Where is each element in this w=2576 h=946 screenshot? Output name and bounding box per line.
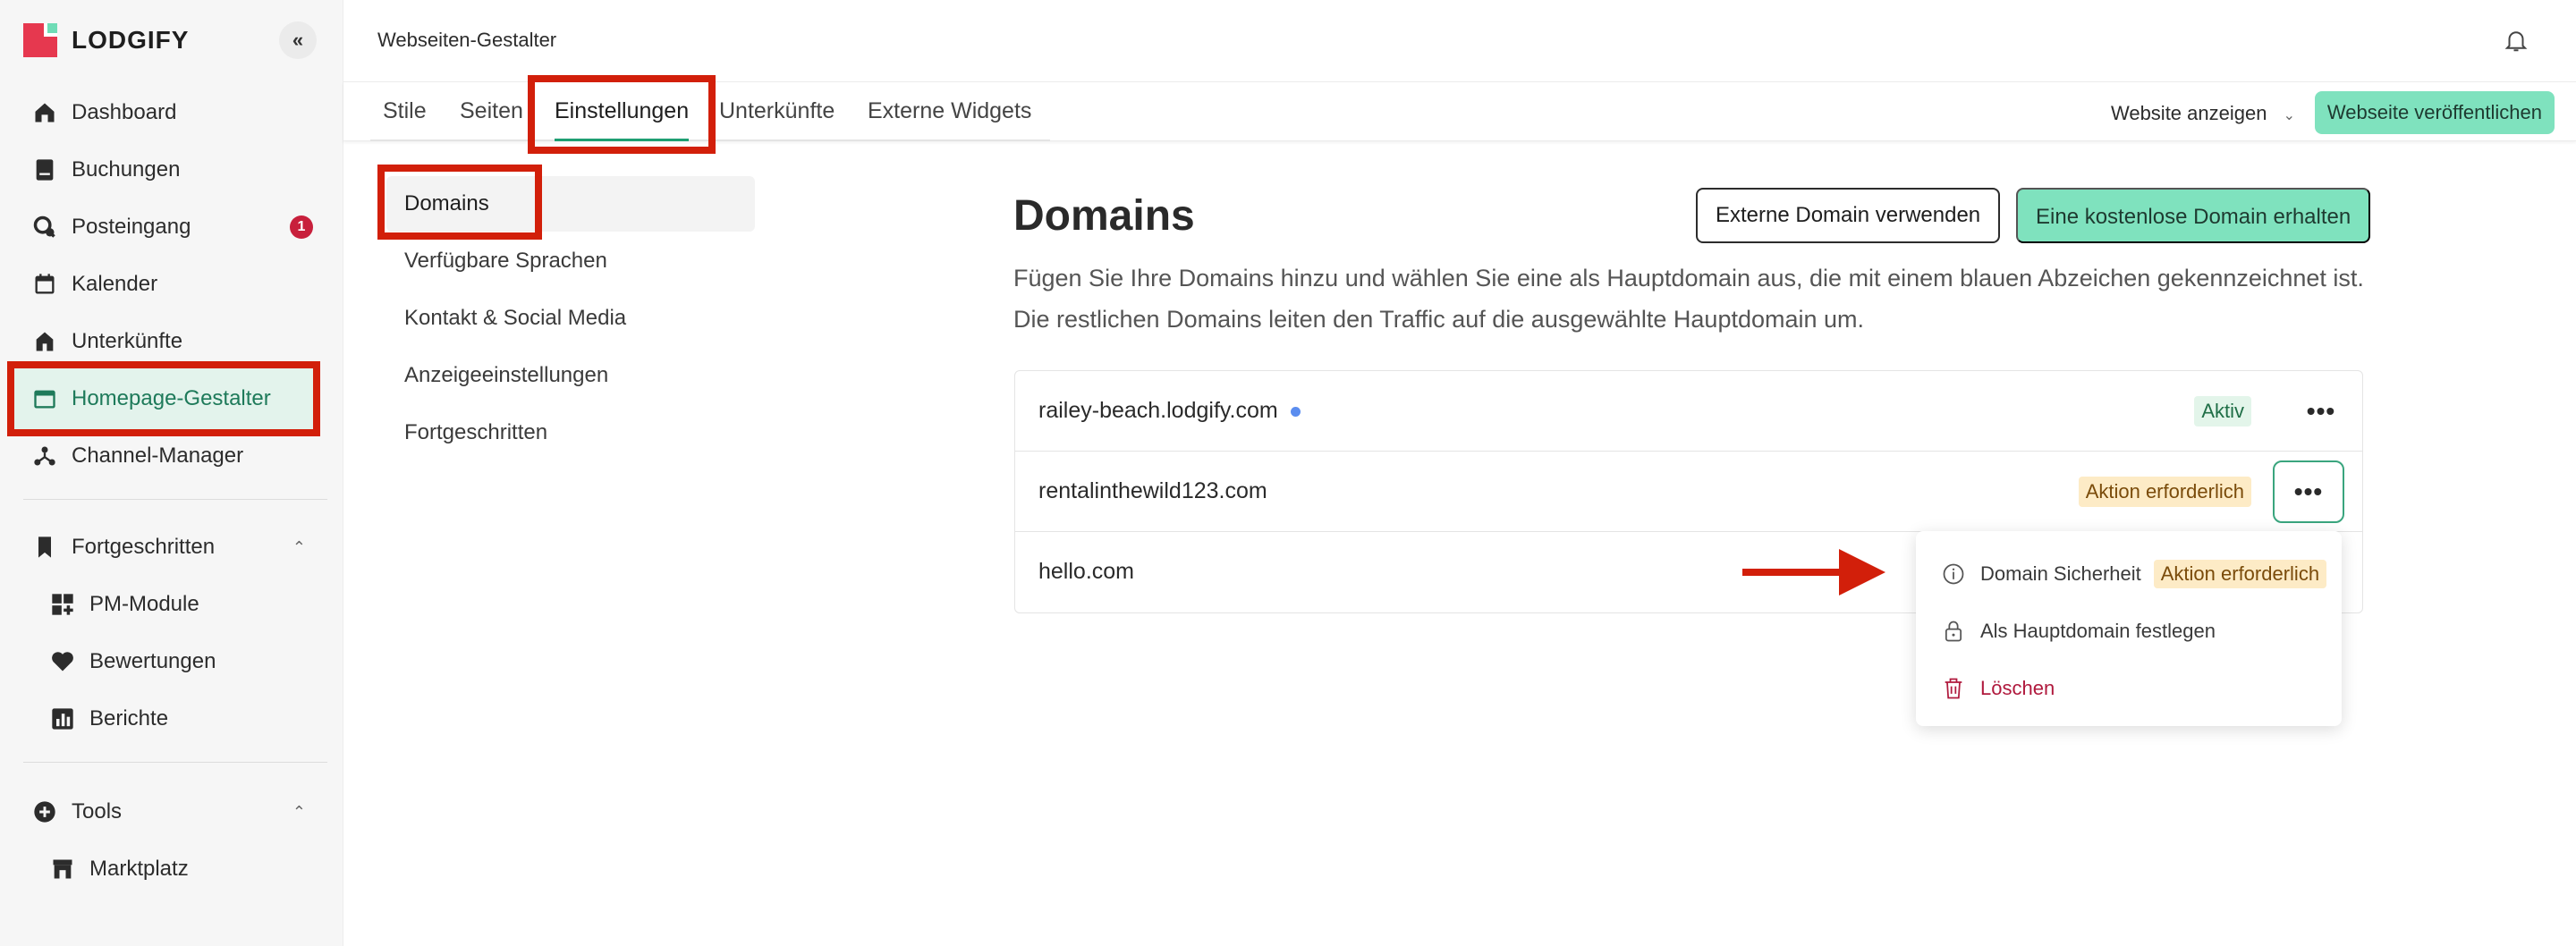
status-badge: Aktion erforderlich <box>2153 560 2327 588</box>
sidebar-item-label: PM-Module <box>89 592 199 616</box>
sidebar-item-pm-module[interactable]: PM-Module <box>7 576 320 633</box>
heart-icon <box>50 649 75 674</box>
sidebar-divider <box>23 762 327 763</box>
sidebar-item-berichte[interactable]: Berichte <box>7 690 320 748</box>
ellipsis-icon: ••• <box>2293 477 2324 505</box>
sidebar-section-label: Fortgeschritten <box>72 535 216 559</box>
status-badge: Aktiv <box>2194 396 2251 427</box>
more-options-button[interactable]: ••• <box>2300 390 2343 433</box>
grid-plus-icon <box>50 592 75 617</box>
sidebar-section-tools[interactable]: Tools ⌃ <box>7 783 320 840</box>
domain-options-menu: Domain Sicherheit Aktion erforderlich Al… <box>1916 531 2342 726</box>
table-row: railey-beach.lodgify.com Aktiv ••• <box>1015 371 2362 452</box>
external-domain-button[interactable]: Externe Domain verwenden <box>1696 188 2001 243</box>
more-options-button[interactable]: ••• <box>2273 460 2344 523</box>
chat-icon <box>32 215 57 240</box>
book-icon <box>32 157 57 182</box>
sidebar-item-marktplatz[interactable]: Marktplatz <box>7 840 320 898</box>
bookmark-icon <box>32 535 57 560</box>
sidebar-item-buchungen[interactable]: Buchungen <box>7 141 320 198</box>
unread-badge: 1 <box>290 215 313 239</box>
store-icon <box>50 857 75 882</box>
chevron-down-icon: ⌄ <box>2283 108 2295 123</box>
sidebar-item-label: Bewertungen <box>89 649 216 673</box>
table-row: rentalinthewild123.com Aktion erforderli… <box>1015 452 2362 532</box>
sidebar-item-posteingang[interactable]: Posteingang 1 <box>7 198 320 256</box>
logo[interactable]: LODGIFY <box>23 23 189 57</box>
bell-icon[interactable] <box>2503 27 2529 54</box>
sidebar-item-label: Marktplatz <box>89 857 189 881</box>
house-icon <box>32 329 57 354</box>
browser-icon <box>32 386 57 411</box>
sidebar-section-fortgeschritten[interactable]: Fortgeschritten ⌃ <box>7 519 320 576</box>
info-circle-icon <box>1941 562 1966 587</box>
logo-icon <box>23 23 57 57</box>
menu-item-domain-security[interactable]: Domain Sicherheit Aktion erforderlich <box>1941 556 2327 592</box>
view-site-label: Website anzeigen <box>2110 102 2267 124</box>
status-badge: Aktion erforderlich <box>2078 477 2251 507</box>
sidebar-section-label: Tools <box>72 799 123 824</box>
domain-name[interactable]: rentalinthewild123.com <box>1038 478 1267 504</box>
sidebar-item-bewertungen[interactable]: Bewertungen <box>7 633 320 690</box>
publish-button[interactable]: Webseite veröffentlichen <box>2314 91 2555 134</box>
annotation-highlight-tab <box>528 75 716 154</box>
bar-chart-icon <box>50 706 75 731</box>
annotation-arrow-icon <box>1742 549 1885 595</box>
domain-name[interactable]: railey-beach.lodgify.com <box>1038 398 1301 424</box>
top-bar: Webseiten-Gestalter <box>343 0 2576 82</box>
tab-externe-widgets[interactable]: Externe Widgets <box>868 82 1031 141</box>
sidebar-item-label: Channel-Manager <box>72 443 244 468</box>
sidebar-item-homepage-gestalter[interactable]: Homepage-Gestalter <box>7 361 320 436</box>
sidebar-item-kalender[interactable]: Kalender <box>7 256 320 313</box>
ellipsis-icon: ••• <box>2306 397 2336 425</box>
sidebar: LODGIFY « Dashboard Buchungen Posteingan… <box>0 0 343 946</box>
menu-item-label: Löschen <box>1980 677 2055 699</box>
chevron-up-icon: ⌃ <box>292 537 306 556</box>
domain-name[interactable]: hello.com <box>1038 559 1134 585</box>
tab-seiten[interactable]: Seiten <box>460 82 523 141</box>
sidebar-item-label: Buchungen <box>72 157 181 182</box>
primary-domain-dot-icon <box>1290 406 1301 417</box>
sidebar-item-label: Dashboard <box>72 100 177 124</box>
chevron-up-icon: ⌃ <box>292 802 306 821</box>
settings-nav-sprachen[interactable]: Verfügbare Sprachen <box>386 233 755 289</box>
page-description: Fügen Sie Ihre Domains hinzu und wählen … <box>1013 265 2364 333</box>
sidebar-item-label: Berichte <box>89 706 169 731</box>
sidebar-item-label: Kalender <box>72 272 158 296</box>
trash-icon <box>1941 676 1966 701</box>
calendar-icon <box>32 272 57 297</box>
collapse-sidebar-button[interactable]: « <box>279 21 317 59</box>
plus-circle-icon <box>32 799 57 824</box>
sidebar-divider <box>23 499 327 500</box>
menu-item-delete[interactable]: Löschen <box>1941 671 2055 706</box>
logo-text: LODGIFY <box>72 26 190 54</box>
settings-nav-anzeige[interactable]: Anzeigeeinstellungen <box>386 348 755 403</box>
menu-item-label: Domain Sicherheit <box>1980 562 2141 585</box>
sidebar-item-label: Homepage-Gestalter <box>72 386 271 410</box>
menu-item-label: Als Hauptdomain festlegen <box>1980 620 2216 642</box>
sidebar-item-dashboard[interactable]: Dashboard <box>7 84 320 141</box>
settings-nav-kontakt[interactable]: Kontakt & Social Media <box>386 291 755 346</box>
sidebar-item-label: Unterkünfte <box>72 329 183 353</box>
network-icon <box>32 443 57 469</box>
tab-stile[interactable]: Stile <box>383 82 427 141</box>
chevrons-left-icon: « <box>292 29 304 51</box>
lock-icon <box>1941 619 1966 644</box>
sidebar-item-label: Posteingang <box>72 215 191 239</box>
annotation-highlight-subnav <box>377 165 542 240</box>
menu-item-set-primary[interactable]: Als Hauptdomain festlegen <box>1941 613 2216 649</box>
page-name: Webseiten-Gestalter <box>377 29 557 51</box>
view-site-dropdown[interactable]: Website anzeigen ⌄ <box>2111 102 2295 125</box>
home-icon <box>32 100 57 125</box>
free-domain-button[interactable]: Eine kostenlose Domain erhalten <box>2016 188 2371 243</box>
settings-nav-fortgeschritten[interactable]: Fortgeschritten <box>386 405 755 460</box>
page-title: Domains <box>1013 192 1195 240</box>
sidebar-item-channel-manager[interactable]: Channel-Manager <box>7 427 320 485</box>
tab-unterkuenfte[interactable]: Unterkünfte <box>719 82 835 141</box>
